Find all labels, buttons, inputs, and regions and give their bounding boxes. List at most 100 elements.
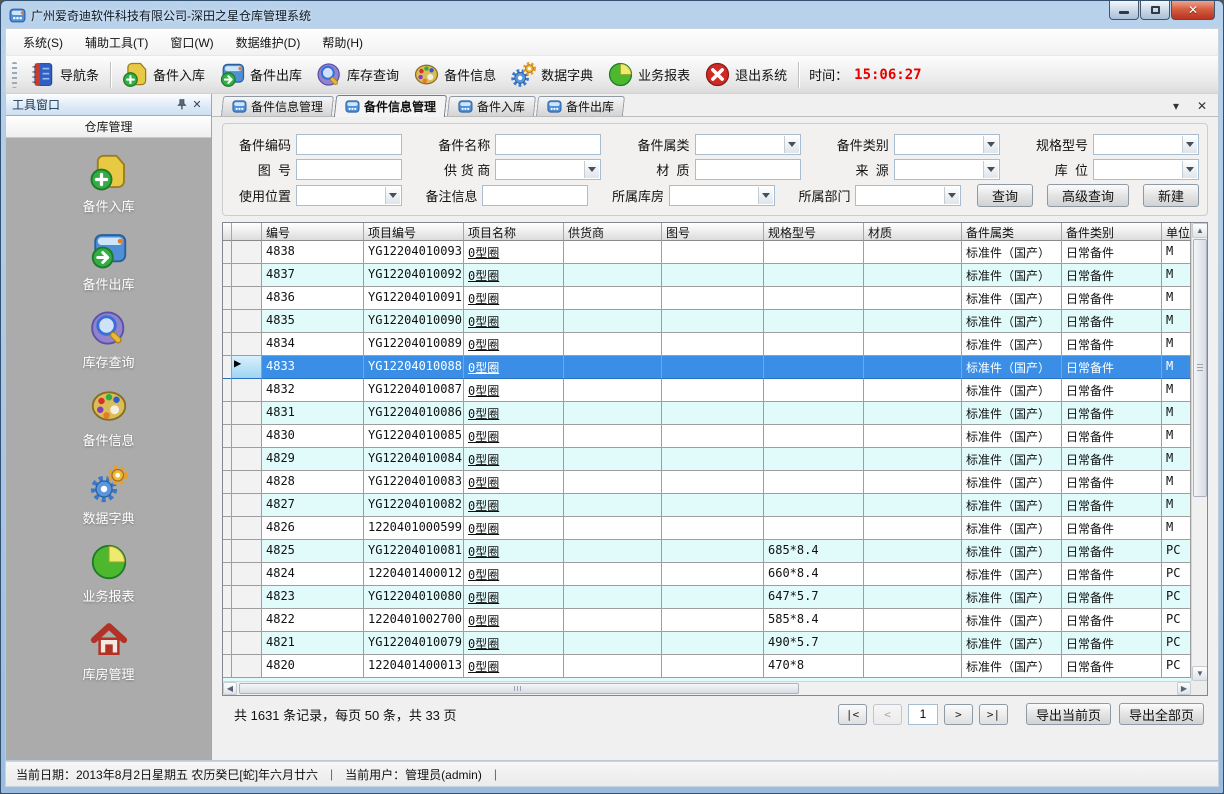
table-row[interactable]: 4835YG122040100900型圈标准件（国产）日常备件M [223,310,1191,333]
grid-cell[interactable]: 4833 [262,356,364,379]
grid-cell[interactable]: 0型圈 [464,287,564,310]
grid-cell[interactable]: 标准件（国产） [962,586,1062,609]
grid-cell[interactable] [662,402,764,425]
grid-cell[interactable]: 1220401000599 [364,517,464,540]
grid-cell[interactable]: YG12204010084 [364,448,464,471]
grid-cell[interactable] [223,540,232,563]
grid-cell[interactable]: 标准件（国产） [962,471,1062,494]
chevron-down-icon[interactable] [983,136,998,153]
tab-close-icon[interactable]: ✕ [1194,98,1210,114]
form-input[interactable] [296,159,402,180]
export-all-pages-button[interactable]: 导出全部页 [1119,703,1204,725]
toolbar-item-report[interactable]: 业务报表 [600,58,697,91]
table-row[interactable]: 4837YG122040100920型圈标准件（国产）日常备件M [223,264,1191,287]
grid-cell[interactable]: 标准件（国产） [962,540,1062,563]
sidebar-item-spare-info[interactable]: 备件信息 [49,386,169,449]
row-selector[interactable] [232,264,262,287]
grid-cell[interactable]: M [1162,402,1191,425]
grid-cell[interactable]: YG12204010093 [364,241,464,264]
grid-cell[interactable]: YG12204010089 [364,333,464,356]
column-header[interactable] [232,223,262,241]
grid-cell[interactable]: 标准件（国产） [962,448,1062,471]
grid-cell[interactable] [864,379,962,402]
grid-cell[interactable]: M [1162,333,1191,356]
grid-cell[interactable] [764,494,864,517]
grid-cell[interactable]: PC [1162,655,1191,678]
grid-cell[interactable]: YG12204010082 [364,494,464,517]
grid-cell[interactable]: 0型圈 [464,333,564,356]
column-header[interactable]: 供货商 [564,223,662,241]
grid-cell[interactable]: 1220401002700 [364,609,464,632]
grid-cell[interactable]: YG12204010080 [364,586,464,609]
grid-cell[interactable] [864,264,962,287]
row-selector[interactable] [232,448,262,471]
grid-cell[interactable]: 标准件（国产） [962,609,1062,632]
grid-cell[interactable] [564,310,662,333]
grid-cell[interactable]: 日常备件 [1062,356,1162,379]
grid-cell[interactable]: 日常备件 [1062,517,1162,540]
chevron-down-icon[interactable] [944,187,959,204]
scroll-up-icon[interactable]: ▲ [1192,223,1208,238]
toolbar-item-spare-info[interactable]: 备件信息 [406,58,503,91]
form-input[interactable] [495,134,601,155]
grid-cell[interactable]: 4823 [262,586,364,609]
menu-item[interactable]: 系统(S) [12,30,74,55]
grid-cell[interactable] [223,287,232,310]
grid-cell[interactable]: 日常备件 [1062,264,1162,287]
next-page-button[interactable]: > [944,704,973,725]
grid-cell[interactable]: 0型圈 [464,264,564,287]
grid-cell[interactable] [564,471,662,494]
grid-cell[interactable] [864,609,962,632]
grid-cell[interactable] [662,241,764,264]
grid-cell[interactable]: YG12204010090 [364,310,464,333]
grid-cell[interactable] [662,540,764,563]
grid-cell[interactable] [662,379,764,402]
grid-cell[interactable]: 4832 [262,379,364,402]
grid-cell[interactable]: 日常备件 [1062,379,1162,402]
grid-cell[interactable] [662,425,764,448]
grid-cell[interactable] [662,310,764,333]
chevron-down-icon[interactable] [385,187,400,204]
grid-cell[interactable] [864,632,962,655]
grid-cell[interactable]: 585*8.4 [764,609,864,632]
column-header[interactable] [223,223,232,241]
grid-cell[interactable] [223,609,232,632]
table-row[interactable]: 4825YG122040100810型圈685*8.4标准件（国产）日常备件PC [223,540,1191,563]
toolbar-item-stock-query[interactable]: 库存查询 [309,58,406,91]
grid-cell[interactable] [223,471,232,494]
grid-cell[interactable] [223,586,232,609]
query-button[interactable]: 查询 [977,184,1033,207]
grid-cell[interactable] [662,494,764,517]
grid-cell[interactable] [662,609,764,632]
row-selector[interactable] [232,333,262,356]
grid-cell[interactable] [564,540,662,563]
form-select[interactable] [695,134,801,155]
grid-cell[interactable] [223,379,232,402]
last-page-button[interactable]: >| [979,704,1008,725]
grid-cell[interactable]: 647*5.7 [764,586,864,609]
grid-cell[interactable] [662,632,764,655]
grid-cell[interactable]: M [1162,241,1191,264]
menu-item[interactable]: 辅助工具(T) [74,30,159,55]
table-row[interactable]: 482212204010027000型圈585*8.4标准件（国产）日常备件PC [223,609,1191,632]
row-selector[interactable] [232,310,262,333]
grid-cell[interactable] [864,425,962,448]
grid-cell[interactable] [564,563,662,586]
table-row[interactable]: 482012204014000130型圈470*8标准件（国产）日常备件PC [223,655,1191,678]
grid-cell[interactable]: 标准件（国产） [962,402,1062,425]
grid-cell[interactable] [864,356,962,379]
grid-cell[interactable]: 4830 [262,425,364,448]
advanced-query-button[interactable]: 高级查询 [1047,184,1129,207]
menu-item[interactable]: 帮助(H) [311,30,374,55]
grid-cell[interactable]: 标准件（国产） [962,563,1062,586]
grid-cell[interactable]: 4837 [262,264,364,287]
grid-cell[interactable]: 1220401400012 [364,563,464,586]
grid-cell[interactable] [864,310,962,333]
grid-cell[interactable] [223,310,232,333]
grid-cell[interactable]: YG12204010086 [364,402,464,425]
grid-cell[interactable]: 0型圈 [464,379,564,402]
grid-cell[interactable]: 0型圈 [464,356,564,379]
form-select[interactable] [669,185,775,206]
form-select[interactable] [1093,159,1199,180]
table-row[interactable]: ▶4833YG122040100880型圈标准件（国产）日常备件M [223,356,1191,379]
